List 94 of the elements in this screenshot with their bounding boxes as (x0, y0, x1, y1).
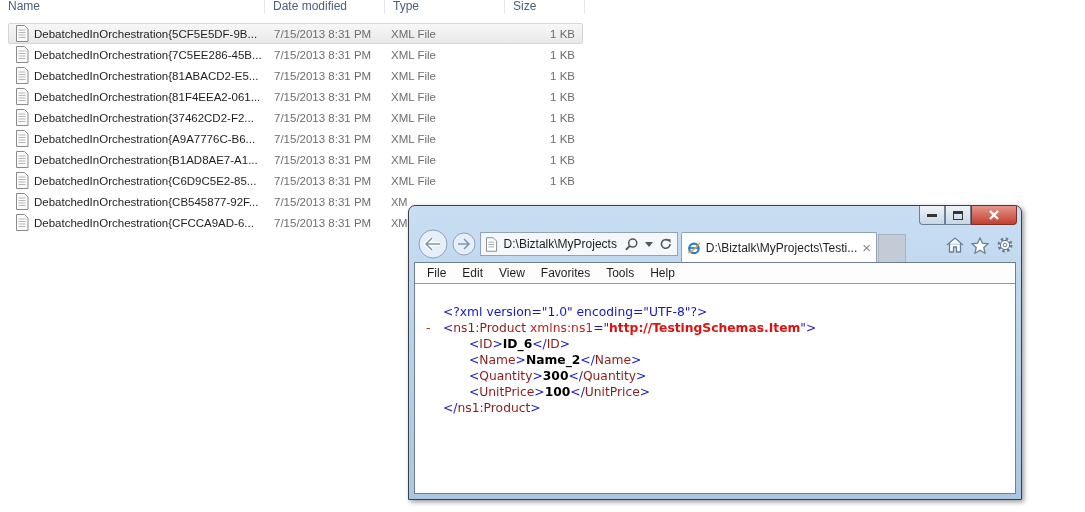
file-size: 1 KB (550, 48, 575, 61)
file-name: DebatchedInOrchestration{7C5EE286-45B... (34, 48, 262, 61)
maximize-button[interactable] (945, 206, 971, 225)
file-date: 7/15/2013 8:31 PM (274, 111, 372, 124)
refresh-icon[interactable] (658, 237, 672, 251)
file-date: 7/15/2013 8:31 PM (274, 153, 372, 166)
file-date: 7/15/2013 8:31 PM (274, 69, 372, 82)
xml-line: <ns1:Product xmlns:ns1="http://TestingSchemas.Item"> (443, 320, 817, 336)
file-size: 1 KB (550, 27, 575, 40)
file-row[interactable]: DebatchedInOrchestration{B1AD8AE7-A1... 7/15/2013 8:31 PM XML File 1 KB (8, 149, 583, 170)
file-row[interactable]: DebatchedInOrchestration{81F4EEA2-061... 7/15/2013 8:31 PM XML File 1 KB (8, 86, 583, 107)
file-row[interactable]: DebatchedInOrchestration{CFCCA9AD-6... 7/15/2013 8:31 PM XM (8, 212, 409, 233)
column-header[interactable]: Date modified (265, 0, 385, 14)
dropdown-icon[interactable] (644, 241, 653, 247)
file-row[interactable]: DebatchedInOrchestration{81ABACD2-E5... 7/15/2013 8:31 PM XML File 1 KB (8, 65, 583, 86)
file-row[interactable]: DebatchedInOrchestration{5CF5E5DF-9B... 7/15/2013 8:31 PM XML File 1 KB (8, 23, 583, 44)
file-row[interactable]: DebatchedInOrchestration{37462CD2-F2... 7/15/2013 8:31 PM XML File 1 KB (8, 107, 583, 128)
file-date: 7/15/2013 8:31 PM (274, 27, 372, 40)
file-date: 7/15/2013 8:31 PM (274, 132, 372, 145)
file-date: 7/15/2013 8:31 PM (274, 90, 372, 103)
column-header[interactable]: Type (385, 0, 505, 14)
file-type: XML File (391, 132, 436, 145)
file-size: 1 KB (550, 174, 575, 187)
file-size: 1 KB (550, 153, 575, 166)
xml-line: <ID>ID_6</ID> (469, 336, 571, 352)
close-icon (988, 210, 1000, 220)
menu-item[interactable]: Edit (454, 266, 492, 280)
file-name: DebatchedInOrchestration{81ABACD2-E5... (34, 69, 259, 82)
file-type: XM (391, 195, 408, 208)
back-icon[interactable] (418, 229, 448, 259)
file-type: XML File (391, 69, 436, 82)
document-icon (486, 236, 498, 252)
xml-declaration: <?xml version="1.0" encoding="UTF-8"?> (443, 304, 708, 320)
tab-close-button[interactable]: × (862, 240, 871, 255)
menu-item[interactable]: View (491, 266, 533, 280)
file-name: DebatchedInOrchestration{5CF5E5DF-9B... (34, 27, 258, 40)
search-icon[interactable] (625, 237, 639, 251)
minimize-button[interactable] (919, 206, 945, 225)
xml-line: </ns1:Product> (443, 400, 541, 416)
xml-line: <Name>Name_2</Name> (469, 352, 642, 368)
file-type: XML File (391, 153, 436, 166)
file-row[interactable]: DebatchedInOrchestration{CB545877-92F... 7/15/2013 8:31 PM XM (8, 191, 409, 212)
file-type: XM (391, 216, 408, 229)
document-icon (15, 25, 29, 42)
star-icon[interactable] (971, 236, 989, 254)
file-name: DebatchedInOrchestration{37462CD2-F2... (34, 111, 254, 124)
file-date: 7/15/2013 8:31 PM (274, 48, 372, 61)
document-icon (15, 109, 29, 126)
file-row[interactable]: DebatchedInOrchestration{7C5EE286-45B... 7/15/2013 8:31 PM XML File 1 KB (8, 44, 583, 65)
file-type: XML File (391, 174, 436, 187)
xml-line: <Quantity>300</Quantity> (469, 368, 647, 384)
column-header[interactable]: Name (0, 0, 265, 14)
document-icon (15, 67, 29, 84)
document-icon (15, 151, 29, 168)
file-type: XML File (391, 111, 436, 124)
document-icon (15, 130, 29, 147)
minimize-icon (927, 213, 937, 217)
home-icon[interactable] (946, 237, 964, 253)
menu-item[interactable]: Help (642, 266, 683, 280)
file-size: 1 KB (550, 132, 575, 145)
menu-item[interactable]: Tools (598, 266, 643, 280)
file-type: XML File (391, 90, 436, 103)
file-date: 7/15/2013 8:31 PM (274, 174, 372, 187)
document-icon (15, 193, 29, 210)
file-size: 1 KB (550, 69, 575, 82)
file-size: 1 KB (550, 111, 575, 124)
collapse-toggle[interactable]: - (426, 320, 431, 336)
document-icon (15, 172, 29, 189)
file-size: 1 KB (550, 90, 575, 103)
file-name: DebatchedInOrchestration{CB545877-92F... (34, 195, 259, 208)
file-row[interactable]: DebatchedInOrchestration{C6D9C5E2-85... 7/15/2013 8:31 PM XML File 1 KB (8, 170, 583, 191)
file-type: XML File (391, 27, 436, 40)
file-name: DebatchedInOrchestration{CFCCA9AD-6... (34, 216, 254, 229)
column-header[interactable]: Size (505, 0, 585, 14)
file-date: 7/15/2013 8:31 PM (274, 216, 372, 229)
file-name: DebatchedInOrchestration{C6D9C5E2-85... (34, 174, 257, 187)
maximize-icon (953, 210, 963, 220)
file-name: DebatchedInOrchestration{A9A7776C-B6... (34, 132, 256, 145)
settings-icon[interactable] (996, 236, 1014, 254)
document-icon (15, 214, 29, 231)
browser-tab[interactable]: D:\Biztalk\MyProjects\Testi... × (681, 232, 877, 262)
file-name: DebatchedInOrchestration{81F4EEA2-061... (34, 90, 261, 103)
file-type: XML File (391, 48, 436, 61)
file-row[interactable]: DebatchedInOrchestration{A9A7776C-B6... 7/15/2013 8:31 PM XML File 1 KB (8, 128, 583, 149)
e-logo-icon (687, 239, 701, 256)
document-icon (15, 46, 29, 63)
file-date: 7/15/2013 8:31 PM (274, 195, 372, 208)
xml-line: <UnitPrice>100</UnitPrice> (469, 384, 651, 400)
file-name: DebatchedInOrchestration{B1AD8AE7-A1... (34, 153, 258, 166)
menu-item[interactable]: File (419, 266, 455, 280)
address-bar[interactable]: D:\Biztalk\MyProjects (480, 232, 678, 256)
close-button[interactable] (971, 206, 1017, 225)
menu-item[interactable]: Favorites (532, 266, 599, 280)
document-icon (15, 88, 29, 105)
